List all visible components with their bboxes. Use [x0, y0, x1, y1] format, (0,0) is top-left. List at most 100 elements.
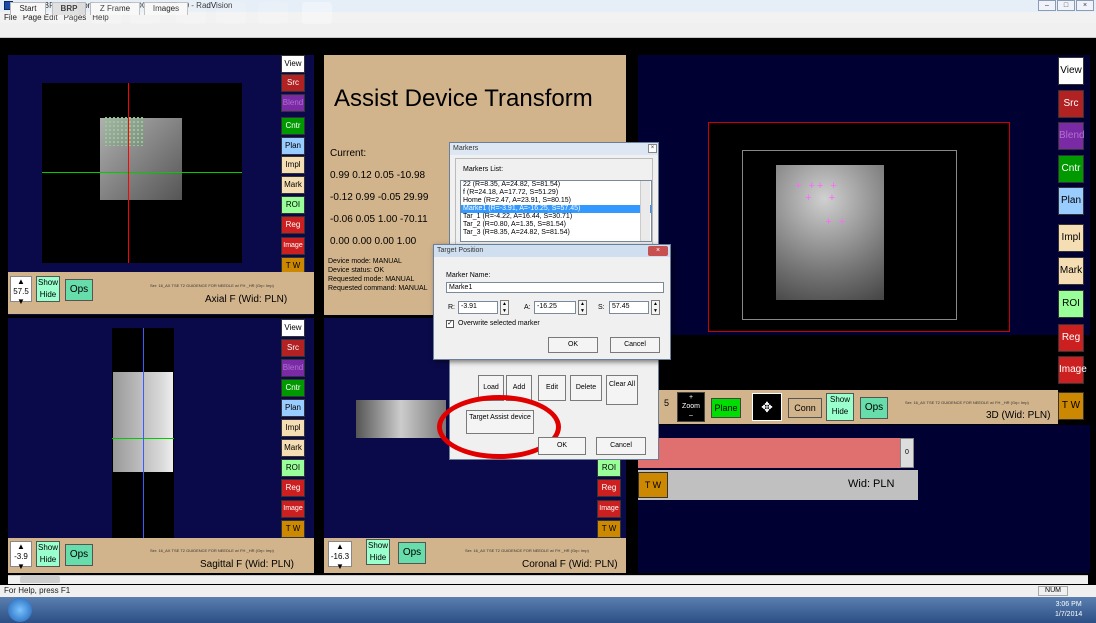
markers-close-icon[interactable]: ×: [648, 144, 657, 153]
axial-mark-button[interactable]: Mark: [281, 176, 305, 194]
3d-lower-tw-button[interactable]: T W: [638, 472, 668, 498]
sagittal-mark-button[interactable]: Mark: [281, 439, 305, 457]
3d-show-hide-button[interactable]: Show Hide: [826, 393, 854, 421]
3d-cntr-button[interactable]: Cntr: [1058, 155, 1084, 183]
axial-ops-button[interactable]: Ops: [65, 279, 93, 301]
3d-expand-icon[interactable]: ✥: [752, 393, 782, 421]
marker-item-selected[interactable]: Marke1 (R=-3.91, A=-16.25, S=57.45): [461, 205, 651, 213]
close-icon[interactable]: ×: [1076, 0, 1094, 11]
3d-plan-button[interactable]: Plan: [1058, 187, 1084, 215]
markers-edit-button[interactable]: Edit: [538, 375, 566, 401]
3d-view-button[interactable]: View: [1058, 57, 1084, 85]
3d-caption: 3D (Wid: PLN): [986, 410, 1051, 421]
sagittal-blend-button[interactable]: Blend: [281, 359, 305, 377]
sagittal-ops-button[interactable]: Ops: [65, 544, 93, 566]
chrome-icon[interactable]: [176, 2, 206, 24]
axial-blend-button[interactable]: Blend: [281, 94, 305, 112]
3d-mark-button[interactable]: Mark: [1058, 257, 1084, 285]
3d-scale-bar[interactable]: [638, 438, 906, 468]
axial-roi-button[interactable]: ROI: [281, 196, 305, 214]
marker-item[interactable]: 22 (R=8.35, A=24.82, S=81.54): [461, 181, 651, 189]
minimize-icon[interactable]: –: [1038, 0, 1056, 11]
start-icon[interactable]: [8, 598, 32, 622]
markers-list-scrollbar[interactable]: [640, 181, 650, 241]
3d-reg-button[interactable]: Reg: [1058, 324, 1084, 352]
sagittal-plan-button[interactable]: Plan: [281, 399, 305, 417]
s-field[interactable]: 57.45: [609, 301, 649, 314]
r-field[interactable]: -3.91: [458, 301, 498, 314]
sagittal-show-hide-button[interactable]: Show Hide: [36, 541, 60, 567]
tab-start[interactable]: Start: [10, 2, 46, 15]
3d-src-button[interactable]: Src: [1058, 90, 1084, 118]
sagittal-src-button[interactable]: Src: [281, 339, 305, 357]
radvision-taskbar-icon[interactable]: [302, 2, 332, 24]
status-bar: For Help, press F1: [0, 585, 1096, 597]
target-cancel-button[interactable]: Cancel: [610, 337, 660, 353]
markers-cancel-button[interactable]: Cancel: [596, 437, 646, 455]
markers-delete-button[interactable]: Delete: [570, 375, 602, 401]
3d-scale-handle[interactable]: 0: [900, 438, 914, 468]
3d-zoom-button[interactable]: + Zoom –: [677, 392, 705, 422]
coronal-reg-button[interactable]: Reg: [597, 479, 621, 497]
coronal-tw-button[interactable]: T W: [597, 520, 621, 538]
s-spinner[interactable]: ▲ ▼: [651, 300, 660, 315]
axial-cntr-button[interactable]: Cntr: [281, 117, 305, 135]
markers-clear-all-button[interactable]: Clear All: [606, 375, 638, 405]
app-q-icon[interactable]: [216, 2, 246, 24]
axial-plan-button[interactable]: Plan: [281, 137, 305, 155]
r-spinner[interactable]: ▲ ▼: [500, 300, 509, 315]
axial-impl-button[interactable]: Impl: [281, 156, 305, 174]
3d-image-button[interactable]: Image: [1058, 356, 1087, 384]
sagittal-roi-button[interactable]: ROI: [281, 459, 305, 477]
axial-show-hide-button[interactable]: Show Hide: [36, 276, 60, 302]
marker-item[interactable]: Tar_2 (R=0.80, A=1.35, S=81.54): [461, 221, 651, 229]
coronal-ops-button[interactable]: Ops: [398, 542, 426, 564]
markers-list[interactable]: 22 (R=8.35, A=24.82, S=81.54) f (R=24.18…: [460, 180, 652, 242]
sagittal-reg-button[interactable]: Reg: [281, 479, 305, 497]
marker-item[interactable]: Home (R=2.47, A=23.91, S=80.15): [461, 197, 651, 205]
sagittal-view-button[interactable]: View: [281, 319, 305, 337]
target-ok-button[interactable]: OK: [548, 337, 598, 353]
media-icon[interactable]: [130, 2, 160, 24]
marker-item[interactable]: f (R=24.18, A=17.72, S=51.29): [461, 189, 651, 197]
coronal-slice-spinner[interactable]: ▲ -16.3 ▼: [328, 541, 352, 571]
horizontal-scrollbar[interactable]: [8, 575, 1088, 584]
marker-item[interactable]: Tar_3 (R=8.35, A=24.82, S=81.54): [461, 229, 651, 237]
marker-name-field[interactable]: Marke1: [446, 282, 664, 293]
3d-roi-button[interactable]: ROI: [1058, 290, 1084, 318]
sagittal-impl-button[interactable]: Impl: [281, 419, 305, 437]
coronal-roi-button[interactable]: ROI: [597, 459, 621, 477]
markers-ok-button[interactable]: OK: [538, 437, 586, 455]
3d-tw-button[interactable]: T W: [1058, 392, 1084, 420]
3d-impl-button[interactable]: Impl: [1058, 224, 1084, 252]
axial-view-button[interactable]: View: [281, 55, 305, 73]
axial-slice-spinner[interactable]: ▲ 57.5 ▼: [10, 276, 32, 306]
sagittal-tw-button[interactable]: T W: [281, 520, 305, 538]
axial-image-button[interactable]: Image: [281, 237, 305, 255]
paint-icon[interactable]: [258, 2, 288, 24]
axial-series-text: Ser: 16_AX TSE T2 GUIDENCE FOR NEEDLE w/…: [150, 283, 274, 288]
marker-item[interactable]: Tar_1 (R=-4.22, A=16.44, S=30.71): [461, 213, 651, 221]
folder-icon[interactable]: [92, 2, 122, 24]
browser-icon[interactable]: [48, 2, 78, 24]
target-close-icon[interactable]: ×: [648, 246, 668, 256]
sagittal-slice-spinner[interactable]: ▲ -3.9 ▼: [10, 541, 32, 571]
3d-blend-button[interactable]: Blend: [1058, 122, 1085, 150]
a-spinner[interactable]: ▲ ▼: [578, 300, 587, 315]
current-label: Current:: [330, 148, 367, 159]
coronal-show-hide-button[interactable]: Show Hide: [366, 539, 390, 565]
sagittal-image-button[interactable]: Image: [281, 500, 305, 518]
3d-plane-button[interactable]: Plane: [711, 398, 741, 418]
overwrite-checkbox[interactable]: ✓: [446, 320, 454, 328]
3d-ops-button[interactable]: Ops: [860, 397, 888, 419]
sagittal-cntr-button[interactable]: Cntr: [281, 379, 305, 397]
device-status: Device status: OK: [328, 267, 385, 274]
coronal-image-button[interactable]: Image: [597, 500, 621, 518]
3d-conn-button[interactable]: Conn: [788, 398, 822, 418]
marker-grid: [104, 116, 144, 146]
maximize-icon[interactable]: □: [1057, 0, 1075, 11]
axial-reg-button[interactable]: Reg: [281, 216, 305, 234]
a-field[interactable]: -16.25: [534, 301, 576, 314]
axial-src-button[interactable]: Src: [281, 74, 305, 92]
scrollbar-thumb[interactable]: [20, 576, 60, 583]
